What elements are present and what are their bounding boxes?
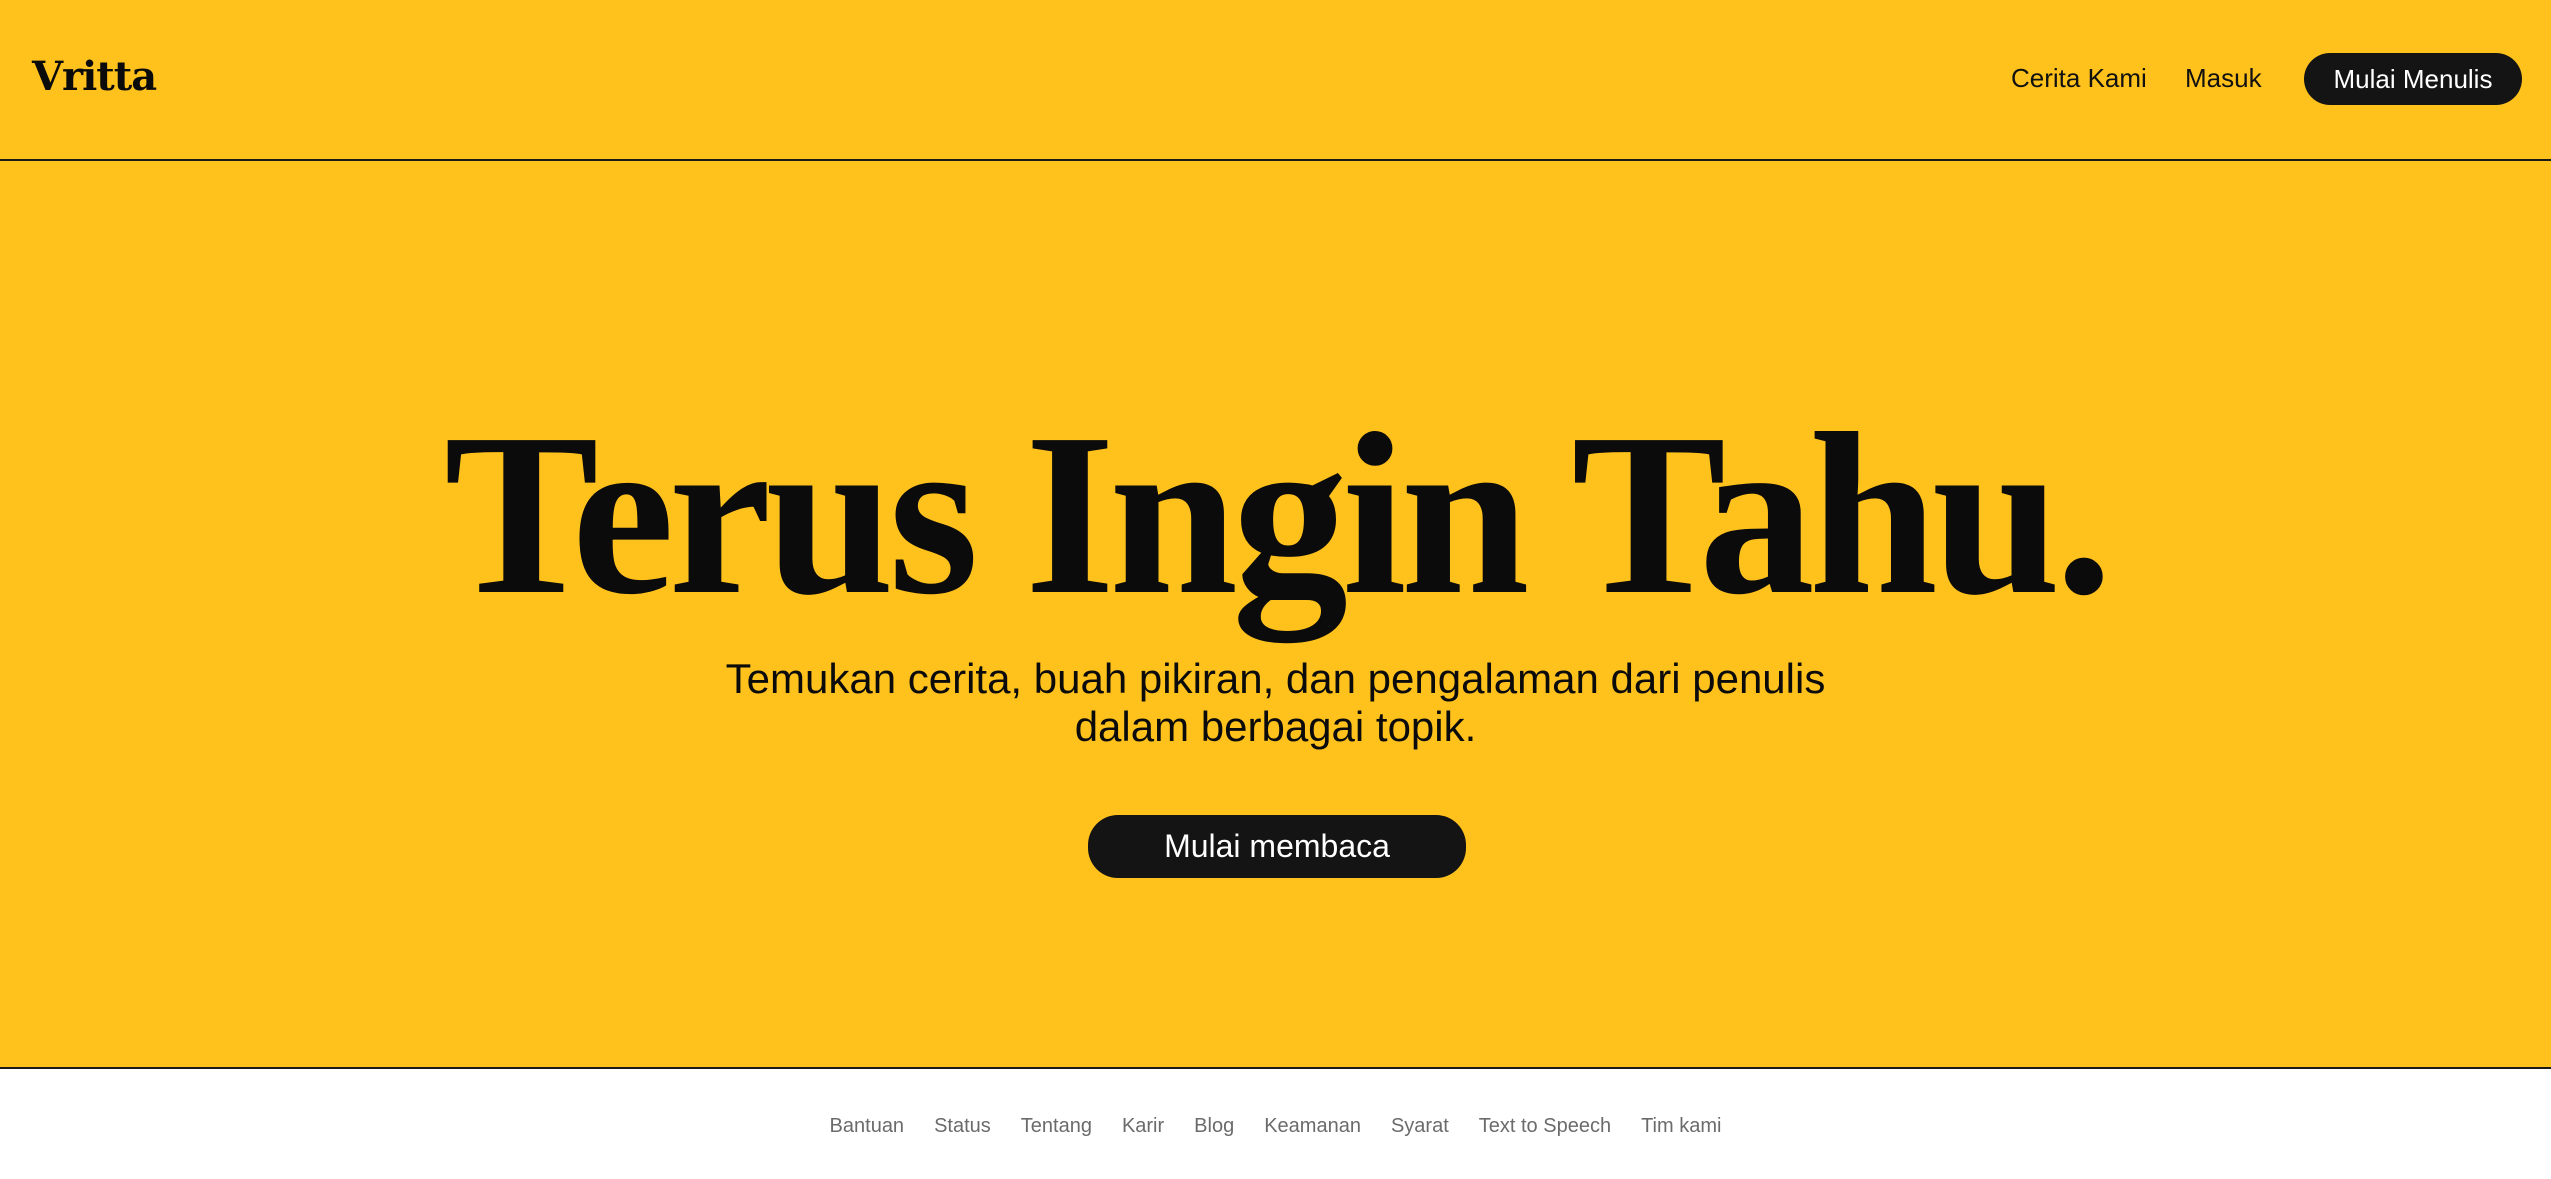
footer-link-blog[interactable]: Blog xyxy=(1194,1114,1234,1138)
hero-title: Terus Ingin Tahu. xyxy=(444,386,2113,643)
footer-link-status[interactable]: Status xyxy=(934,1114,991,1138)
nav-link-sign-in[interactable]: Masuk xyxy=(2185,62,2262,94)
footer-link-careers[interactable]: Karir xyxy=(1122,1114,1164,1138)
start-reading-button[interactable]: Mulai membaca xyxy=(1088,815,1466,878)
footer-links: Bantuan Status Tentang Karir Blog Keaman… xyxy=(0,1114,2551,1138)
vritta-logo[interactable]: Vritta xyxy=(32,52,157,102)
footer: Bantuan Status Tentang Karir Blog Keaman… xyxy=(0,1067,2551,1179)
hero-subtitle: Temukan cerita, buah pikiran, dan pengal… xyxy=(725,655,1826,750)
footer-link-terms[interactable]: Syarat xyxy=(1391,1114,1449,1138)
footer-link-help[interactable]: Bantuan xyxy=(830,1114,905,1138)
nav-link-our-story[interactable]: Cerita Kami xyxy=(2011,62,2147,94)
footer-link-text-to-speech[interactable]: Text to Speech xyxy=(1479,1114,1611,1138)
top-navigation-bar: Vritta Cerita Kami Masuk Mulai Menulis xyxy=(0,0,2551,161)
start-writing-button[interactable]: Mulai Menulis xyxy=(2304,53,2522,105)
footer-link-team[interactable]: Tim kami xyxy=(1641,1114,1721,1138)
footer-link-security[interactable]: Keamanan xyxy=(1264,1114,1361,1138)
footer-link-about[interactable]: Tentang xyxy=(1021,1114,1092,1138)
